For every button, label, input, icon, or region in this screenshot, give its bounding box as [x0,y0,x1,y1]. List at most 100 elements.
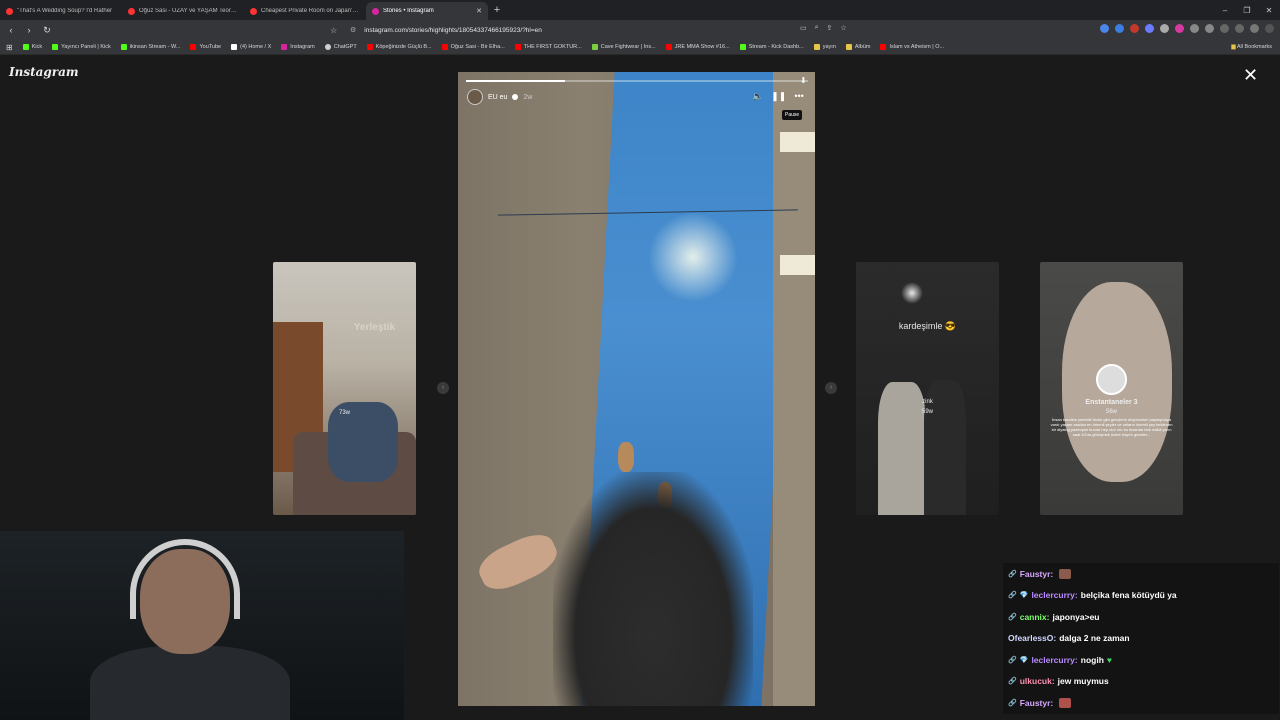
download-icon[interactable]: ⬇ [800,76,807,85]
instagram-icon [281,44,288,50]
extension-icon[interactable] [1205,24,1214,33]
bookmark-item[interactable]: YouTube [190,44,221,50]
story-header: EU eu 2w [467,89,532,105]
verified-icon [512,94,519,100]
bookmark-star-icon[interactable]: ☆ [330,26,337,35]
bookmark-item[interactable]: THE FIRST GOKTUR... [514,44,582,50]
omnibox-actions: ▭ ⌕ ⇪ ☆ [800,24,847,32]
bookmark-item[interactable]: Köpeğinizde Güçlü B... [366,44,432,50]
bookmark-item[interactable]: ikinsan Stream - W... [120,44,180,50]
chat-username: OfearlessO: [1008,633,1057,644]
reload-icon[interactable]: ↻ [40,25,54,36]
folder-icon: ▆ [1231,44,1236,50]
bookmarks-bar: ⊞ Kick Yayıncı Paneli | Kick ikinsan Str… [0,40,1280,55]
pause-icon[interactable]: ❚❚ [771,91,786,102]
thumbnail-age: 59w [921,409,933,415]
kick-icon [22,44,29,50]
close-window-button[interactable]: ✕ [1258,6,1280,15]
story-media[interactable] [458,72,815,706]
story-username[interactable]: EU eu [488,94,507,101]
story-avatar[interactable] [467,89,483,105]
chat-badge-icon: 🔗 [1008,592,1017,600]
share-icon[interactable]: ⇪ [827,24,833,32]
menu-icon[interactable] [1265,24,1274,33]
bookmark-item[interactable]: Kick [22,44,42,50]
back-icon[interactable]: ‹ [4,25,18,35]
chatgpt-icon [324,44,331,50]
thumbnail-age: 56w [1105,409,1117,415]
stream-chat: 🔗 Faustyr: 🔗 💎 leclercurry: belçika fena… [1003,563,1279,714]
highlight-avatar [1096,364,1127,395]
extension-icon[interactable] [1100,24,1109,33]
browser-tab-4-active[interactable]: Stories • Instagram ✕ [366,2,488,20]
kick-icon [739,44,746,50]
story-thumbnail-next[interactable]: kardeşimle 😎 zink 59w [856,262,999,515]
bookmark-item[interactable]: Cave Fightwear | Ins... [591,44,656,50]
site-info-icon[interactable]: ⚙ [350,26,356,34]
extension-icon[interactable] [1115,24,1124,33]
chat-message: 🔗 💎 leclercurry: belçika fena kötüydü ya [1003,584,1279,606]
streamer-body [90,646,290,720]
pause-tooltip: Pause [782,110,803,120]
story-thumbnail-next-2[interactable]: Enstantaneler 3 56w İnsan kendine yetebi… [1040,262,1183,515]
forward-icon[interactable]: › [22,25,36,35]
media-icon[interactable] [1220,24,1229,33]
chat-message: 🔗 cannix: japonya>eu [1003,606,1279,628]
close-tab-icon[interactable]: ✕ [476,7,482,15]
extensions-bar [1100,24,1274,33]
folder-icon [845,44,852,50]
extension-icon[interactable] [1175,24,1184,33]
chat-username: cannix: [1019,611,1050,622]
youtube-icon [441,44,448,50]
new-tab-button[interactable]: + [488,4,506,16]
all-bookmarks-button[interactable]: ▆ All Bookmarks [1231,44,1272,50]
sidepanel-icon[interactable] [1235,24,1244,33]
bookmark-item[interactable]: Islam vs Atheism | O... [880,44,944,50]
volume-icon[interactable]: 🔈 [752,91,763,102]
chat-message: 🔗 💎 leclercurry: nogih ♥ [1003,649,1279,671]
bookmark-item[interactable]: Oğuz Sasi - Bir Elha... [441,44,505,50]
extension-icon[interactable] [1160,24,1169,33]
story-thumbnail-prev[interactable]: Yerleştik 73w [273,262,416,515]
bookmark-item[interactable]: ChatGPT [324,44,357,50]
bookmark-item[interactable]: Instagram [281,44,315,50]
cast-icon[interactable]: ▭ [800,24,807,32]
more-options-icon[interactable]: ••• [794,91,803,102]
chat-message: OfearlessO: dalga 2 ne zaman [1003,627,1279,649]
bookmark-folder[interactable]: yayın [813,44,836,50]
chat-username: ulkucuk: [1019,676,1055,687]
bookmark-item[interactable]: Stream - Kick Dashb... [739,44,804,50]
wall-stripe [780,132,815,152]
thumbnail-name: zink [922,399,933,405]
instagram-logo[interactable]: Instagram [9,65,79,79]
youtube-icon [128,7,135,15]
maximize-button[interactable]: ❐ [1236,6,1258,15]
browser-tab-2[interactable]: Oğuz Sasi - UZAY ve YAŞAM Teorileri [122,2,244,20]
bookmark-item[interactable]: Yayıncı Paneli | Kick [52,44,111,50]
chat-message: 🔗 Faustyr: [1003,692,1279,714]
chat-username: leclercurry: [1031,590,1078,601]
profile-icon[interactable] [1250,24,1259,33]
minimize-button[interactable]: – [1214,6,1236,15]
extension-icon[interactable] [1190,24,1199,33]
previous-story-arrow[interactable]: ‹ [437,382,449,394]
chat-text: jew muymus [1057,676,1109,687]
bookmark-item[interactable]: JRE MMA Show #16... [665,44,730,50]
apps-icon[interactable]: ⊞ [6,43,13,52]
chat-badge-icon: 💎 [1019,656,1029,664]
bookmark-folder[interactable]: Albüm [845,44,870,50]
bookmark-item[interactable]: (4) Home / X [231,44,271,50]
next-story-arrow[interactable]: › [825,382,837,394]
close-icon[interactable]: ✕ [1243,66,1258,84]
browser-tab-1[interactable]: "That's A Wedding Soup? I'd Rather [0,2,122,20]
x-icon [231,44,238,50]
star-icon[interactable]: ☆ [840,24,846,32]
thumbnail-caption: Yerleştik [353,322,396,333]
zoom-icon[interactable]: ⌕ [815,24,819,32]
browser-tab-3[interactable]: Cheapest Private Room on Japan's C [244,2,366,20]
extension-icon[interactable] [1145,24,1154,33]
extension-icon[interactable] [1130,24,1139,33]
chat-text: belçika fena kötüydü ya [1080,590,1177,601]
thumbnail-caption: kardeşimle 😎 [898,321,957,331]
chat-username: leclercurry: [1031,654,1078,665]
